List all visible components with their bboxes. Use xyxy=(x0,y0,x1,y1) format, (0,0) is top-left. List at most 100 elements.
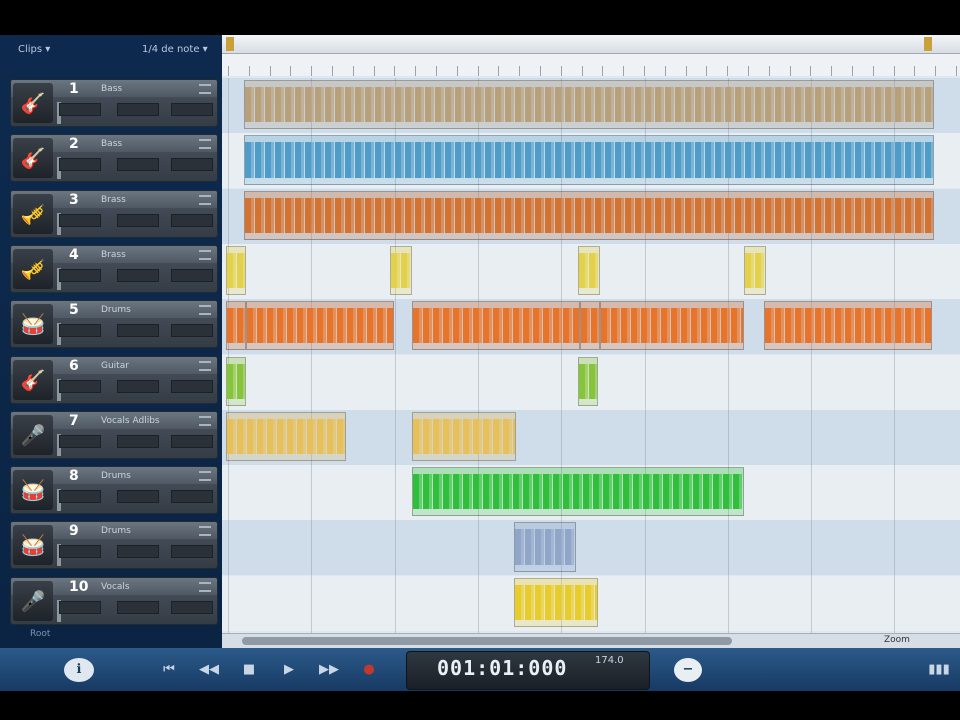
pan-control[interactable] xyxy=(117,545,159,559)
track-lane-9[interactable] xyxy=(222,520,960,576)
track-header-3[interactable]: 🎺 3 Brass xyxy=(10,189,218,238)
pan-control[interactable] xyxy=(117,600,159,614)
go-to-start-button[interactable]: ⏮ xyxy=(156,658,182,682)
audio-clip[interactable] xyxy=(412,301,580,351)
track-lanes[interactable] xyxy=(222,78,960,633)
volume-control[interactable] xyxy=(59,324,101,338)
track-menu-icon[interactable] xyxy=(199,194,211,205)
audio-clip[interactable] xyxy=(580,301,600,351)
volume-control[interactable] xyxy=(59,545,101,559)
minus-button[interactable]: − xyxy=(674,658,702,682)
tempo-display[interactable]: 174.0 xyxy=(595,655,624,666)
view-dropdown[interactable]: Clips ▾ xyxy=(18,44,50,55)
play-button[interactable]: ▶ xyxy=(276,658,302,682)
waveform xyxy=(601,308,743,344)
track-header-7[interactable]: 🎤 7 Vocals Adlibs xyxy=(10,410,218,459)
effects-control[interactable] xyxy=(171,600,213,614)
pan-control[interactable] xyxy=(117,434,159,448)
rewind-button[interactable]: ◀◀ xyxy=(196,658,222,682)
audio-clip[interactable] xyxy=(514,577,598,627)
audio-clip[interactable] xyxy=(244,190,934,240)
fast-forward-button[interactable]: ▶▶ xyxy=(316,658,342,682)
audio-clip[interactable] xyxy=(244,80,934,130)
audio-clip[interactable] xyxy=(764,301,932,351)
audio-clip[interactable] xyxy=(514,522,576,572)
effects-control[interactable] xyxy=(171,268,213,282)
audio-clip[interactable] xyxy=(390,245,412,296)
volume-control[interactable] xyxy=(59,490,101,504)
track-header-9[interactable]: 🥁 9 Drums xyxy=(10,521,218,570)
mixer-icon[interactable]: ▮▮▮ xyxy=(926,658,952,682)
pan-control[interactable] xyxy=(117,213,159,227)
arranger[interactable]: Zoom xyxy=(222,35,960,649)
track-header-5[interactable]: 🥁 5 Drums xyxy=(10,300,218,349)
effects-control[interactable] xyxy=(171,213,213,227)
track-menu-icon[interactable] xyxy=(199,360,211,371)
audio-clip[interactable] xyxy=(412,411,516,462)
audio-clip[interactable] xyxy=(244,135,934,185)
audio-clip[interactable] xyxy=(578,245,600,296)
effects-control[interactable] xyxy=(171,490,213,504)
track-header-2[interactable]: 🎸 2 Bass xyxy=(10,134,218,183)
loop-start-marker[interactable] xyxy=(226,37,234,51)
pan-control[interactable] xyxy=(117,324,159,338)
track-menu-icon[interactable] xyxy=(199,305,211,316)
audio-clip[interactable] xyxy=(744,245,766,296)
scroll-thumb[interactable] xyxy=(242,637,732,645)
audio-clip[interactable] xyxy=(578,356,598,406)
track-header-6[interactable]: 🎸 6 Guitar xyxy=(10,355,218,404)
loop-ruler[interactable] xyxy=(222,35,960,54)
ruler-tick xyxy=(872,66,874,76)
track-menu-icon[interactable] xyxy=(199,471,211,482)
ruler-tick xyxy=(956,66,957,76)
track-header-10[interactable]: 🎤 10 Vocals xyxy=(10,576,218,625)
track-menu-icon[interactable] xyxy=(199,581,211,592)
effects-control[interactable] xyxy=(171,158,213,172)
track-menu-icon[interactable] xyxy=(199,84,211,94)
volume-control[interactable] xyxy=(59,158,101,172)
track-menu-icon[interactable] xyxy=(199,415,211,426)
ruler-tick xyxy=(852,66,853,76)
track-menu-icon[interactable] xyxy=(199,139,211,150)
pan-control[interactable] xyxy=(117,268,159,282)
audio-clip[interactable] xyxy=(226,301,246,351)
effects-control[interactable] xyxy=(171,434,213,448)
audio-clip[interactable] xyxy=(600,301,744,351)
audio-clip[interactable] xyxy=(246,301,394,351)
waveform xyxy=(391,252,411,289)
bar-ruler[interactable] xyxy=(222,54,960,76)
volume-control[interactable] xyxy=(59,213,101,227)
effects-control[interactable] xyxy=(171,324,213,338)
effects-control[interactable] xyxy=(171,103,213,116)
loop-end-marker[interactable] xyxy=(924,37,932,51)
effects-control[interactable] xyxy=(171,545,213,559)
drum-icon: 🥁 xyxy=(13,470,53,511)
audio-clip[interactable] xyxy=(226,411,346,462)
pan-control[interactable] xyxy=(117,490,159,504)
audio-clip[interactable] xyxy=(226,356,246,406)
volume-control[interactable] xyxy=(59,434,101,448)
audio-clip[interactable] xyxy=(412,467,744,517)
pan-control[interactable] xyxy=(117,379,159,393)
info-button[interactable]: ℹ xyxy=(64,658,94,682)
pan-control[interactable] xyxy=(117,158,159,172)
ruler-tick xyxy=(706,66,708,76)
volume-control[interactable] xyxy=(59,379,101,393)
snap-dropdown[interactable]: 1/4 de note ▾ xyxy=(142,44,208,55)
audio-clip[interactable] xyxy=(226,245,246,296)
track-menu-icon[interactable] xyxy=(199,526,211,537)
horizontal-scrollbar[interactable]: Zoom xyxy=(222,633,960,649)
ruler-tick xyxy=(602,66,604,76)
effects-control[interactable] xyxy=(171,379,213,393)
track-header-4[interactable]: 🎺 4 Brass xyxy=(10,244,218,293)
pan-control[interactable] xyxy=(117,103,159,116)
volume-control[interactable] xyxy=(59,268,101,282)
track-header-8[interactable]: 🥁 8 Drums xyxy=(10,466,218,515)
track-header-1[interactable]: 🎸 1 Bass xyxy=(10,79,218,127)
stop-button[interactable]: ■ xyxy=(236,658,262,682)
record-button[interactable]: ● xyxy=(356,658,382,682)
waveform xyxy=(413,308,579,344)
volume-control[interactable] xyxy=(59,103,101,116)
volume-control[interactable] xyxy=(59,600,101,614)
track-menu-icon[interactable] xyxy=(199,249,211,260)
